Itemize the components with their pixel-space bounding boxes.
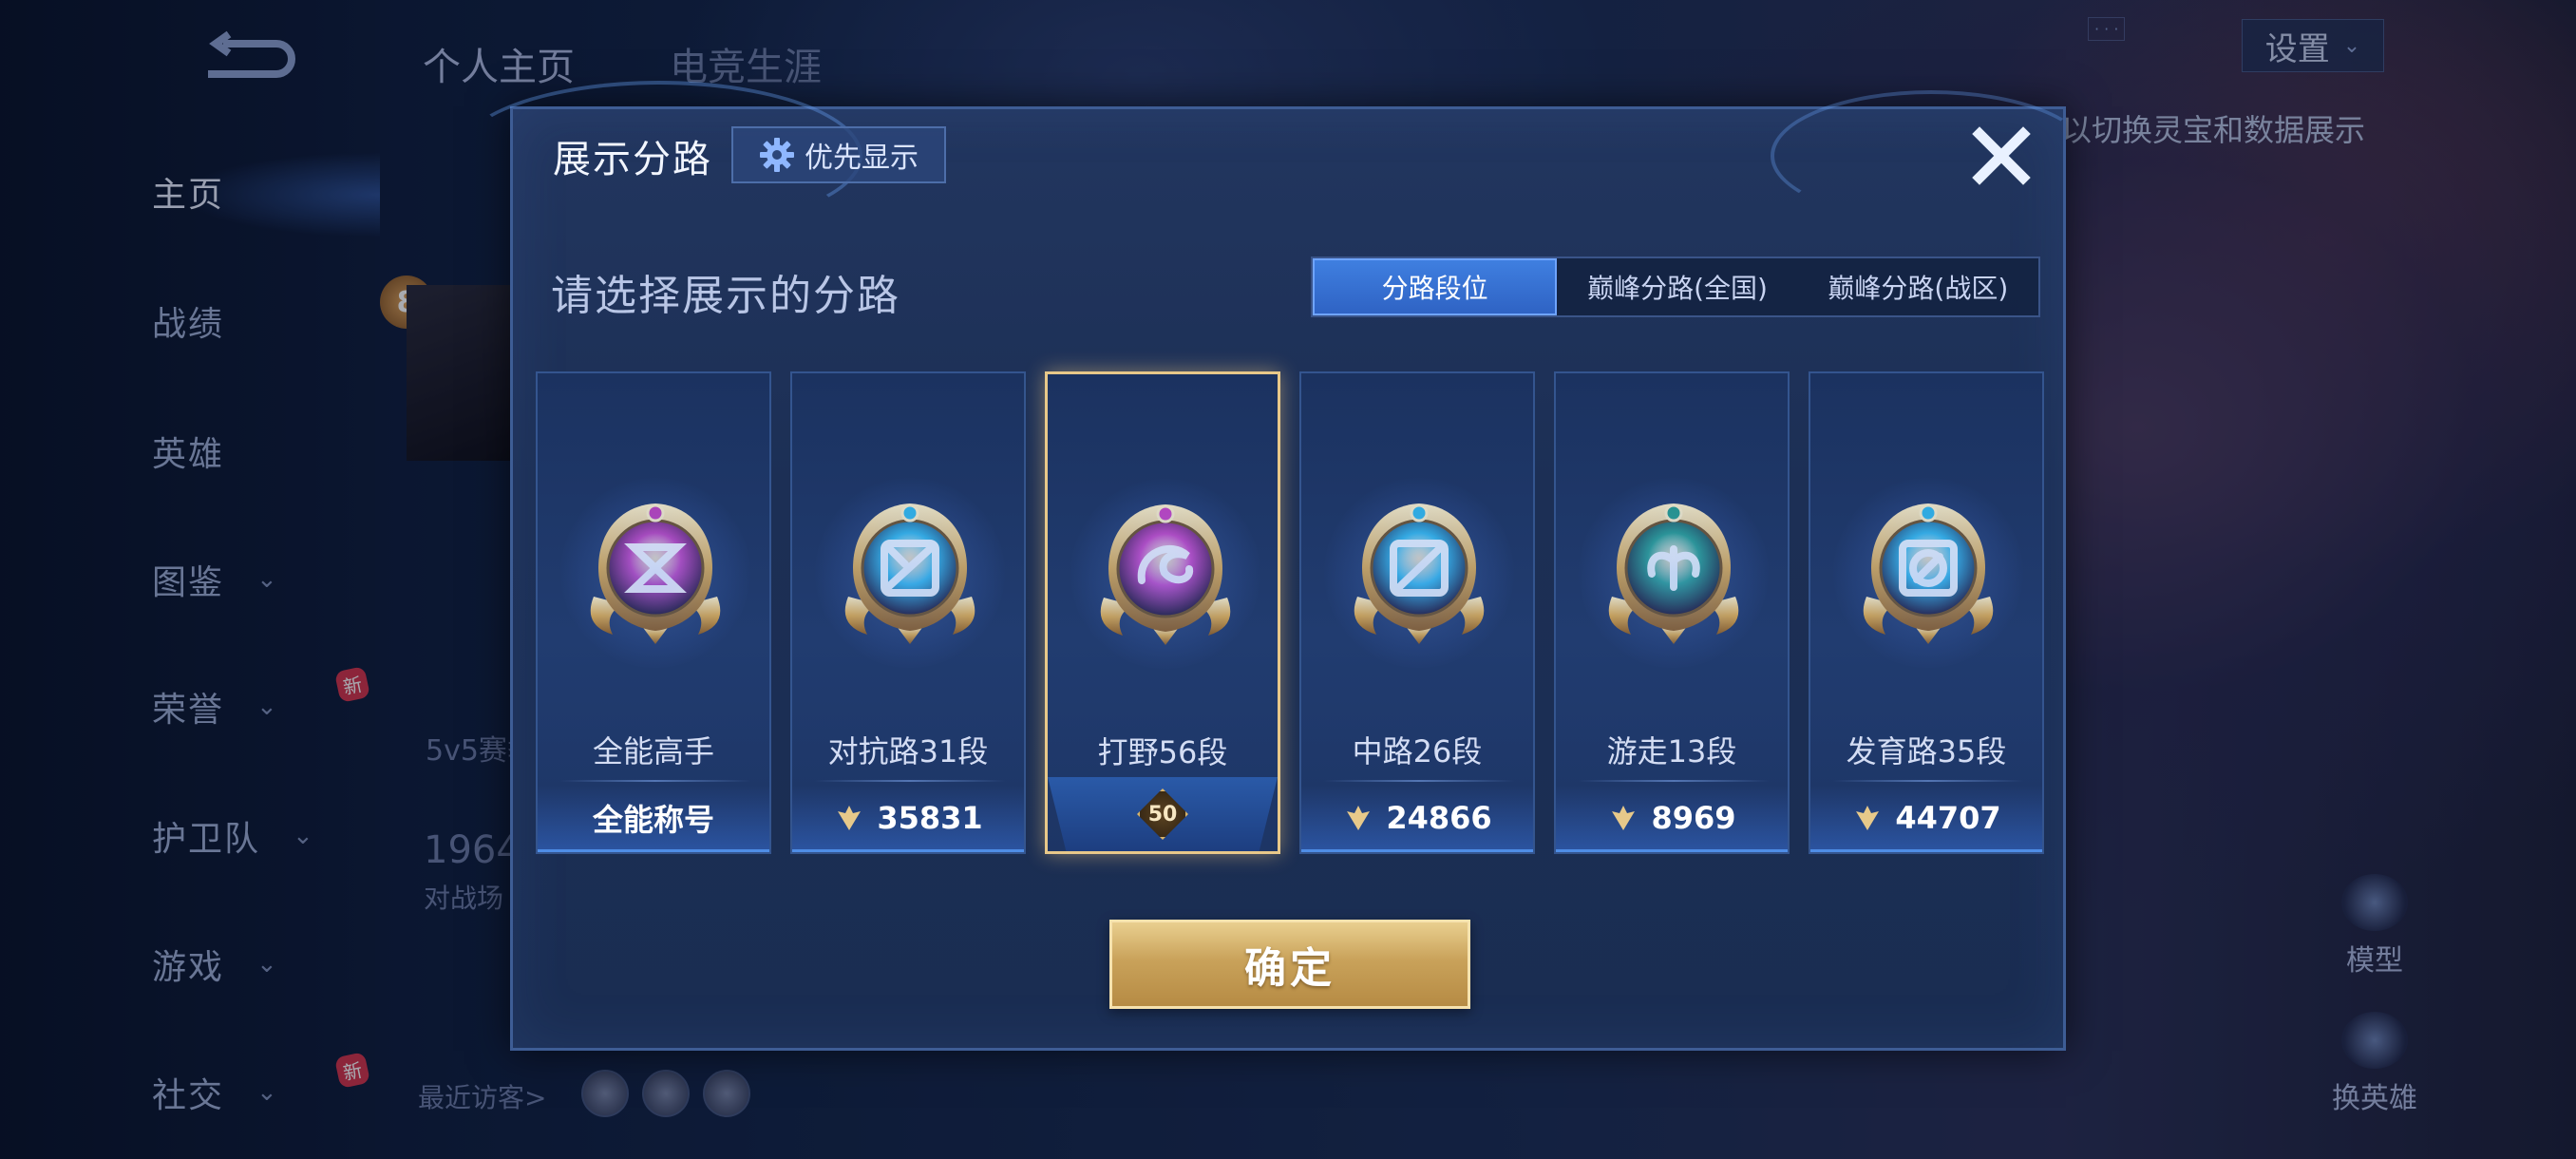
- medal-halo: [1579, 478, 1769, 668]
- close-button[interactable]: [1968, 123, 2035, 189]
- close-icon: [1972, 126, 2031, 185]
- dialog-title: 展示分路: [553, 138, 712, 181]
- lane-medal: [815, 478, 1005, 668]
- lane-medal: [1070, 479, 1260, 669]
- lane-card-footer: 24866: [1301, 786, 1533, 852]
- lane-card[interactable]: 游走13段 8969: [1554, 371, 1790, 854]
- lane-card-footer: 8969: [1556, 786, 1788, 852]
- gear-icon: [760, 138, 794, 172]
- lane-card-footer: 35831: [792, 786, 1024, 852]
- lane-card-name: 游走13段: [1606, 733, 1737, 770]
- card-divider: [815, 780, 1005, 782]
- medal-halo: [1324, 478, 1514, 668]
- lane-display-dialog: 展示分路 优先显示 请选择展示的分路 分路段位 巅峰分路(全国) 巅峰分路(战区) …: [456, 81, 2092, 1051]
- rank-points-value: 44707: [1895, 799, 2001, 836]
- lane-card-footer: 44707: [1810, 786, 2042, 852]
- lane-card[interactable]: 对抗路31段 35831: [790, 371, 1026, 854]
- lane-cards: 全能高手 全能称号 对抗路31段 35831 打野56段 50 中路26段 24866 游走13…: [536, 371, 2046, 856]
- priority-display-label: 优先显示: [805, 142, 919, 175]
- lane-medal: [1324, 478, 1514, 668]
- rank-points-icon: [1612, 805, 1636, 830]
- medal-halo: [1833, 478, 2023, 668]
- tab-lane-type[interactable]: 巅峰分路(全国): [1557, 258, 1797, 315]
- card-divider: [1579, 780, 1769, 782]
- tab-lane-type[interactable]: 巅峰分路(战区): [1798, 258, 2038, 315]
- lane-card[interactable]: 打野56段 50: [1045, 371, 1280, 854]
- rank-badge: 50: [1137, 788, 1188, 840]
- rank-points-value: 35831: [877, 799, 983, 836]
- rank-points-icon: [838, 805, 862, 830]
- medal-halo: [815, 478, 1005, 668]
- lane-card[interactable]: 发育路35段 44707: [1809, 371, 2044, 854]
- rank-points-icon: [1856, 805, 1880, 830]
- medal-halo: [560, 478, 750, 668]
- rank-points-value: 8969: [1651, 799, 1736, 836]
- lane-medal: [1579, 478, 1769, 668]
- title-label: 全能称号: [592, 801, 714, 838]
- lane-card-name: 打野56段: [1097, 734, 1228, 770]
- card-divider: [1833, 780, 2023, 782]
- rank-points-icon: [1347, 805, 1371, 830]
- priority-display-button[interactable]: 优先显示: [731, 126, 946, 183]
- selected-card-footer: 50: [1048, 777, 1278, 851]
- rank-points-value: 24866: [1386, 799, 1492, 836]
- lane-type-tabs: 分路段位 巅峰分路(全国) 巅峰分路(战区): [1311, 256, 2040, 317]
- card-divider: [1324, 780, 1514, 782]
- lane-medal: [560, 478, 750, 668]
- lane-card[interactable]: 中路26段 24866: [1299, 371, 1535, 854]
- lane-card-name: 中路26段: [1352, 733, 1483, 770]
- lane-medal: [1833, 478, 2023, 668]
- lane-card[interactable]: 全能高手 全能称号: [536, 371, 771, 854]
- confirm-button[interactable]: 确定: [1109, 920, 1470, 1009]
- medal-halo: [1070, 479, 1260, 669]
- dialog-subtitle: 请选择展示的分路: [551, 272, 900, 320]
- card-divider: [560, 780, 750, 782]
- tab-lane-type[interactable]: 分路段位: [1313, 258, 1558, 315]
- lane-card-name: 对抗路31段: [827, 733, 989, 770]
- lane-card-footer: 全能称号: [538, 786, 769, 852]
- lane-card-name: 全能高手: [592, 733, 714, 770]
- lane-card-name: 发育路35段: [1846, 733, 2007, 770]
